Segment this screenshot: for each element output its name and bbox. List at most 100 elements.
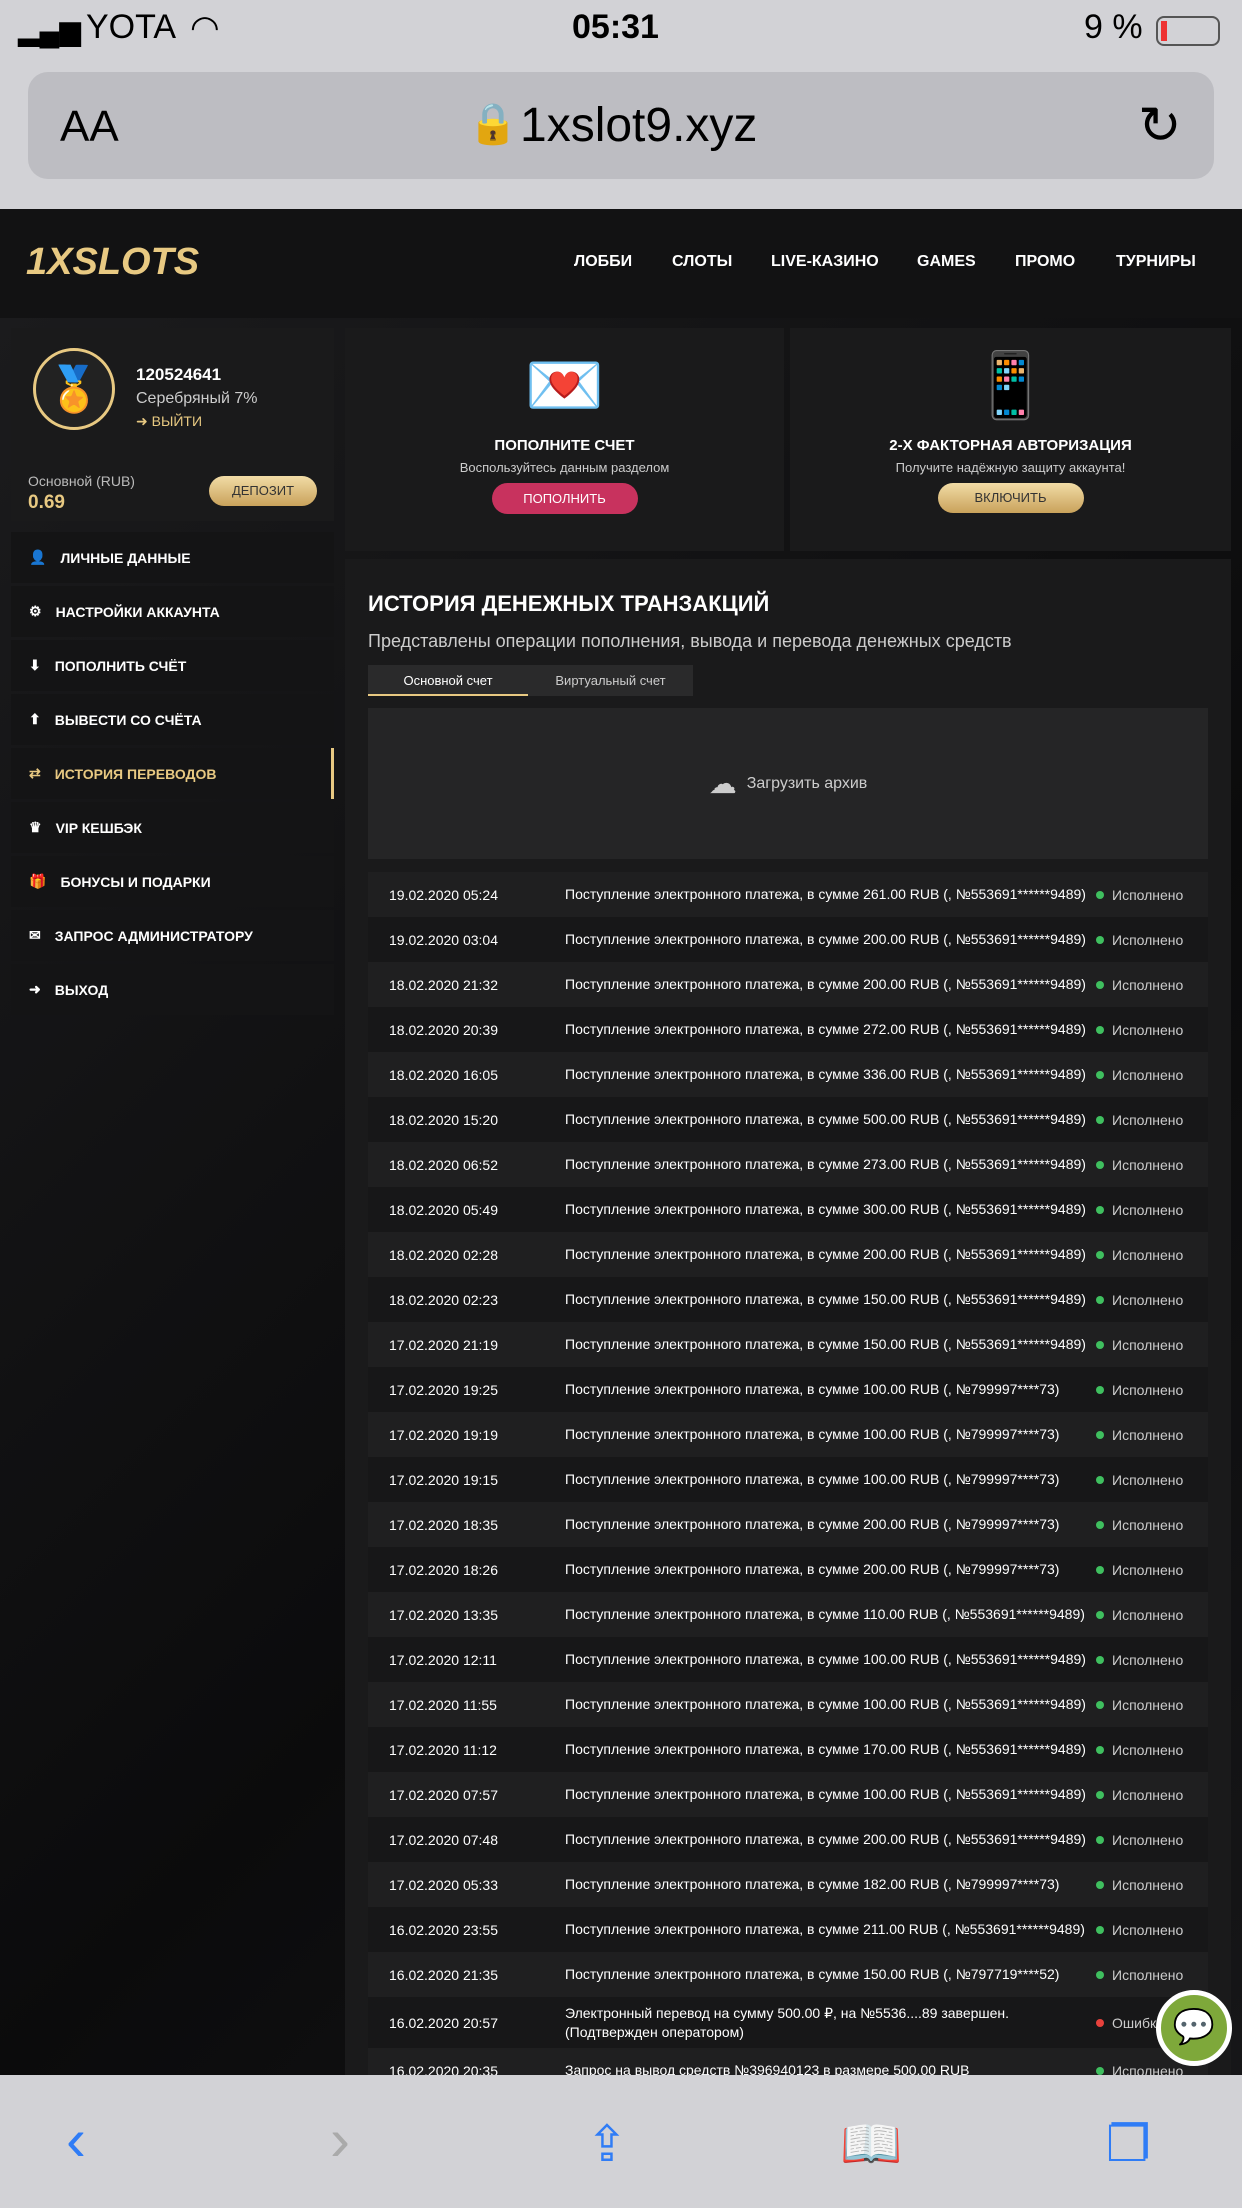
status-badge: Исполнено [1112, 1921, 1184, 1938]
sidebar-item[interactable]: ⬇ ПОПОЛНИТЬ СЧЁТ [11, 640, 334, 691]
status-dot [1096, 1385, 1104, 1394]
row-description: Поступление электронного платежа, в сумм… [565, 1921, 1085, 1937]
row-description: Поступление электронного платежа, в сумм… [565, 1966, 1060, 1982]
row-date: 16.02.2020 21:35 [389, 1966, 498, 1983]
sign-out-icon: ➜ [29, 981, 41, 997]
sidebar-item-label: ИСТОРИЯ ПЕРЕВОДОВ [54, 765, 217, 782]
status-dot [1096, 1970, 1104, 1979]
url-text[interactable]: 1xslot9.xyz [520, 98, 757, 153]
row-description: Поступление электронного платежа, в сумм… [565, 1381, 1060, 1397]
download-archive-label: Загрузить архив [746, 774, 868, 792]
table-row: 17.02.2020 19:19 Поступление электронного… [368, 1412, 1208, 1457]
promo-2fa-card: 📱 2-Х ФАКТОРНАЯ АВТОРИЗАЦИЯ Получите над… [790, 328, 1231, 551]
tabs-icon[interactable]: ❐ [1106, 2115, 1151, 2173]
status-dot [1096, 1790, 1104, 1799]
table-row: 18.02.2020 02:23 Поступление электронного… [368, 1277, 1208, 1322]
row-date: 17.02.2020 21:19 [389, 1336, 498, 1353]
status-dot [1096, 1340, 1104, 1349]
chat-button[interactable]: 💬 [1156, 1990, 1232, 2066]
row-description: Поступление электронного платежа, в сумм… [565, 1111, 1086, 1127]
balance-label: Основной (RUB) [28, 473, 135, 489]
sidebar-item[interactable]: 👤 ЛИЧНЫЕ ДАННЫЕ [11, 532, 334, 583]
gears-icon: ⚙ [29, 603, 42, 619]
status-badge: Исполнено [1112, 1651, 1184, 1668]
download-icon: ⬇ [29, 657, 41, 673]
address-bar[interactable]: AA 🔒 1xslot9.xyz ↻ [28, 72, 1214, 179]
sidebar-item[interactable]: ⬆ ВЫВЕСТИ СО СЧЁТА [11, 694, 334, 745]
table-row: 17.02.2020 05:33 Поступление электронного… [368, 1862, 1208, 1907]
sidebar-item[interactable]: ➜ ВЫХОД [11, 964, 334, 1015]
nav-lobby[interactable]: ЛОББИ [574, 253, 632, 271]
sidebar-item-label: ВЫХОД [54, 981, 109, 998]
row-description: Поступление электронного платежа, в сумм… [565, 1606, 1085, 1622]
row-date: 17.02.2020 13:35 [389, 1606, 498, 1623]
sidebar-item-label: ЛИЧНЫЕ ДАННЫЕ [60, 549, 191, 566]
logo[interactable]: 1XSLOTS [26, 241, 199, 284]
forward-icon[interactable]: › [330, 2105, 350, 2174]
upload-icon: ⬆ [29, 711, 41, 727]
promo-deposit-text: Воспользуйтесь данным разделом [459, 460, 670, 475]
reload-icon[interactable]: ↻ [1138, 96, 1182, 156]
exchange-icon: ⇄ [29, 765, 41, 781]
bookmarks-icon[interactable]: 📖 [840, 2115, 902, 2174]
table-row: 17.02.2020 19:25 Поступление электронного… [368, 1367, 1208, 1412]
promo-2fa-text: Получите надёжную защиту аккаунта! [895, 460, 1126, 475]
row-date: 19.02.2020 05:24 [389, 886, 498, 903]
row-description: Поступление электронного платежа, в сумм… [565, 1021, 1086, 1037]
status-badge: Исполнено [1112, 1111, 1184, 1128]
nav-tournaments[interactable]: ТУРНИРЫ [1116, 253, 1196, 271]
text-size-button[interactable]: AA [60, 102, 119, 152]
sidebar-item[interactable]: 🎁 БОНУСЫ И ПОДАРКИ [11, 856, 334, 907]
top-up-button[interactable]: ПОПОЛНИТЬ [491, 483, 638, 514]
table-row: 16.02.2020 20:57 Электронный перевод на с… [368, 1997, 1208, 2048]
row-date: 16.02.2020 20:57 [389, 2014, 498, 2031]
envelope-star-icon: 💌 [524, 349, 605, 421]
sidebar-item[interactable]: ⚙ НАСТРОЙКИ АККАУНТА [11, 586, 334, 637]
vip-level: Серебряный 7% [136, 390, 258, 407]
enable-2fa-button[interactable]: ВКЛЮЧИТЬ [937, 483, 1084, 513]
download-archive-button[interactable]: ☁ Загрузить архив [368, 708, 1208, 859]
row-date: 17.02.2020 19:15 [389, 1471, 498, 1488]
nav-slots[interactable]: СЛОТЫ [672, 253, 732, 271]
row-date: 18.02.2020 21:32 [389, 976, 498, 993]
status-dot [1096, 1475, 1104, 1484]
table-row: 18.02.2020 21:32 Поступление электронного… [368, 962, 1208, 1007]
share-icon[interactable]: ⇪ [586, 2115, 628, 2173]
nav-games[interactable]: GAMES [917, 253, 976, 271]
row-description: Поступление электронного платежа, в сумм… [565, 1786, 1086, 1802]
logout-link[interactable]: ➜ ВЫЙТИ [136, 413, 202, 430]
status-dot [1096, 1565, 1104, 1574]
sidebar-item-label: ВЫВЕСТИ СО СЧЁТА [54, 711, 202, 728]
status-dot [1096, 980, 1104, 989]
status-badge: Исполнено [1112, 1876, 1184, 1893]
deposit-button[interactable]: ДЕПОЗИТ [209, 476, 317, 506]
battery-icon [1156, 16, 1220, 46]
table-row: 16.02.2020 23:55 Поступление электронного… [368, 1907, 1208, 1952]
sidebar-item-label: БОНУСЫ И ПОДАРКИ [60, 873, 211, 890]
tab-main-account[interactable]: Основной счет [368, 665, 528, 696]
row-description: Поступление электронного платежа, в сумм… [565, 1291, 1086, 1307]
status-dot [1096, 2018, 1104, 2027]
row-date: 18.02.2020 16:05 [389, 1066, 498, 1083]
wifi-icon: ◠ [190, 9, 220, 47]
signal-icon: ▂▄▆ [18, 15, 81, 46]
tab-virtual-account[interactable]: Виртуальный счет [528, 665, 693, 696]
table-row: 18.02.2020 16:05 Поступление электронного… [368, 1052, 1208, 1097]
row-description: Поступление электронного платежа, в сумм… [565, 1651, 1086, 1667]
medal-icon: 🏅 [33, 348, 115, 430]
back-icon[interactable]: ‹ [66, 2105, 86, 2174]
status-dot [1096, 890, 1104, 899]
status-badge: Исполнено [1112, 1336, 1184, 1353]
sidebar-item[interactable]: ⇄ ИСТОРИЯ ПЕРЕВОДОВ [11, 748, 334, 799]
status-dot [1096, 1520, 1104, 1529]
sidebar-item[interactable]: ✉ ЗАПРОС АДМИНИСТРАТОРУ [11, 910, 334, 961]
status-badge: Исполнено [1112, 1606, 1184, 1623]
nav-live-casino[interactable]: LIVE-КАЗИНО [771, 253, 879, 271]
table-row: 18.02.2020 05:49 Поступление электронного… [368, 1187, 1208, 1232]
table-row: 18.02.2020 15:20 Поступление электронного… [368, 1097, 1208, 1142]
status-badge: Исполнено [1112, 886, 1184, 903]
status-badge: Исполнено [1112, 1021, 1184, 1038]
sidebar-item[interactable]: ♛ VIP КЕШБЭК [11, 802, 334, 853]
row-date: 17.02.2020 12:11 [389, 1651, 497, 1668]
nav-promo[interactable]: ПРОМО [1015, 253, 1075, 271]
